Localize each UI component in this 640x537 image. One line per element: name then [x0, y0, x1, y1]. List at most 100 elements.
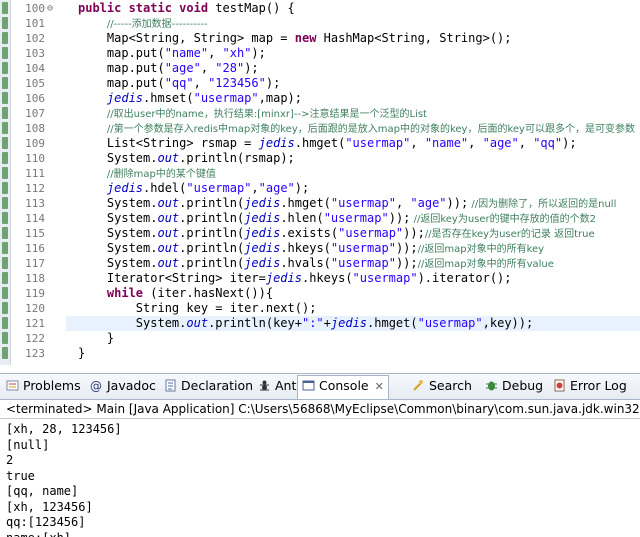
code-line: jedis.hmset("usermap",map);: [78, 91, 302, 106]
code-token: jedis: [244, 226, 281, 240]
code-token: System.: [78, 211, 158, 225]
change-marker: [2, 92, 8, 104]
code-token: System.: [78, 256, 158, 270]
console-output-line: [xh, 123456]: [6, 499, 93, 514]
overview-ruler: [0, 0, 11, 365]
close-icon[interactable]: ✕: [375, 380, 384, 393]
code-token: System.: [78, 196, 158, 210]
code-token: "xh": [222, 46, 252, 60]
code-token: map.put(: [78, 61, 165, 75]
code-token: jedis: [244, 256, 281, 270]
change-marker: [2, 2, 8, 14]
change-marker: [2, 242, 8, 254]
code-token: //返回key为user的键中存放的值的个数2: [410, 214, 597, 225]
console-output[interactable]: [xh, 28, 123456] [null] 2 true [qq, name] [xh…: [0, 420, 640, 537]
tab-javadoc[interactable]: @ Javadoc: [90, 376, 156, 396]
code-token: "age": [258, 181, 295, 195]
code-token: jedis: [330, 316, 368, 330]
change-marker: [2, 212, 8, 224]
tab-ant[interactable]: Ant: [258, 376, 296, 396]
code-line: //删除map中的某个键值: [78, 166, 216, 181]
code-token: while: [106, 286, 144, 300]
code-token: ));: [388, 211, 411, 225]
tab-error-log[interactable]: Error Log: [553, 376, 627, 396]
code-token: //因为删除了，所以返回的是null: [468, 199, 617, 210]
tab-label: Search: [429, 378, 472, 393]
code-line: Map<String, String> map = new HashMap<St…: [78, 31, 512, 46]
line-number: 114: [25, 212, 45, 225]
tab-console[interactable]: Console ✕: [297, 375, 389, 399]
code-token: jedis: [244, 196, 281, 210]
code-token: //第一个参数是存入redis中map对象的key，后面跟的是放入map中的对象…: [106, 124, 635, 135]
code-token: //返回map对象中的所有value: [417, 259, 554, 270]
code-token: "usermap": [186, 181, 252, 195]
code-token: List<String> rsmap =: [78, 136, 259, 150]
change-marker: [2, 32, 8, 44]
code-token: jedis: [106, 181, 144, 195]
code-line: map.put("name", "xh");: [78, 46, 266, 61]
code-token: //取出user中的name，执行结果:[minxr]-->注意结果是一个泛型的…: [106, 109, 427, 120]
code-token: out: [157, 241, 180, 255]
code-token: (iter.hasNext()){: [143, 286, 274, 300]
tab-problems[interactable]: Problems: [6, 376, 81, 396]
code-token: //删除map中的某个键值: [106, 169, 216, 180]
line-number: 107: [25, 107, 45, 120]
line-number: 116: [25, 242, 45, 255]
tab-label: Problems: [23, 378, 81, 393]
line-number: 120: [25, 302, 45, 315]
code-line: System.out.println(jedis.hkeys("usermap"…: [78, 241, 544, 256]
tab-debug[interactable]: Debug: [485, 376, 543, 396]
line-number: 118: [25, 272, 45, 285]
code-editor[interactable]: 100 ⊖ 101 102 103 104 105 106 107 108 109 110 111 112…: [0, 0, 640, 365]
console-output-line: [qq, name]: [6, 484, 79, 498]
code-token: System.: [78, 241, 158, 255]
line-number: 108: [25, 122, 45, 135]
code-token: ,: [193, 76, 209, 90]
code-token: map.put(: [78, 46, 165, 60]
change-marker: [2, 317, 8, 329]
line-number: 111: [25, 167, 45, 180]
code-token: );: [251, 46, 266, 60]
code-token: //-----添加数据----------: [106, 19, 208, 30]
change-marker: [2, 197, 8, 209]
change-marker: [2, 77, 8, 89]
code-token: ,: [208, 46, 223, 60]
code-token: .println(: [179, 226, 245, 240]
code-token: ,: [395, 196, 411, 210]
line-number: 109: [25, 137, 45, 150]
console-output-line: [xh, 28, 123456]: [6, 422, 122, 436]
code-token: "123456": [208, 76, 266, 90]
code-token: ));: [446, 196, 469, 210]
tab-search[interactable]: Search: [412, 376, 472, 396]
code-token: .hvals(: [280, 256, 331, 270]
code-token: "usermap": [352, 271, 418, 285]
change-marker: [2, 257, 8, 269]
code-line: }: [78, 331, 114, 346]
fold-toggle-icon[interactable]: ⊖: [47, 1, 53, 16]
tab-label: Declaration: [181, 378, 254, 393]
change-marker: [2, 137, 8, 149]
code-token: "usermap": [345, 136, 411, 150]
change-marker: [2, 347, 8, 359]
code-token: System.: [78, 151, 158, 165]
code-token: "usermap": [323, 211, 389, 225]
change-marker: [2, 122, 8, 134]
line-number: 117: [25, 257, 45, 270]
tab-declaration[interactable]: Declaration: [164, 376, 253, 396]
console-output-line: true: [6, 468, 35, 483]
code-token: System.: [78, 226, 158, 240]
code-token: .hmget(: [294, 136, 346, 150]
code-token: //是否存在key为user的记录 返回true: [424, 229, 595, 240]
code-line: Iterator<String> iter=jedis.hkeys("userm…: [78, 271, 512, 286]
code-token: ,: [251, 181, 259, 195]
code-line: }: [78, 346, 85, 361]
change-marker: [2, 182, 8, 194]
code-line: //第一个参数是存入redis中map对象的key，后面跟的是放入map中的对象…: [78, 121, 635, 136]
code-token: jedis: [258, 136, 295, 150]
line-number: 112: [25, 182, 45, 195]
line-number: 106: [25, 92, 45, 105]
line-number: 100: [25, 2, 45, 15]
code-token: new: [294, 31, 317, 45]
